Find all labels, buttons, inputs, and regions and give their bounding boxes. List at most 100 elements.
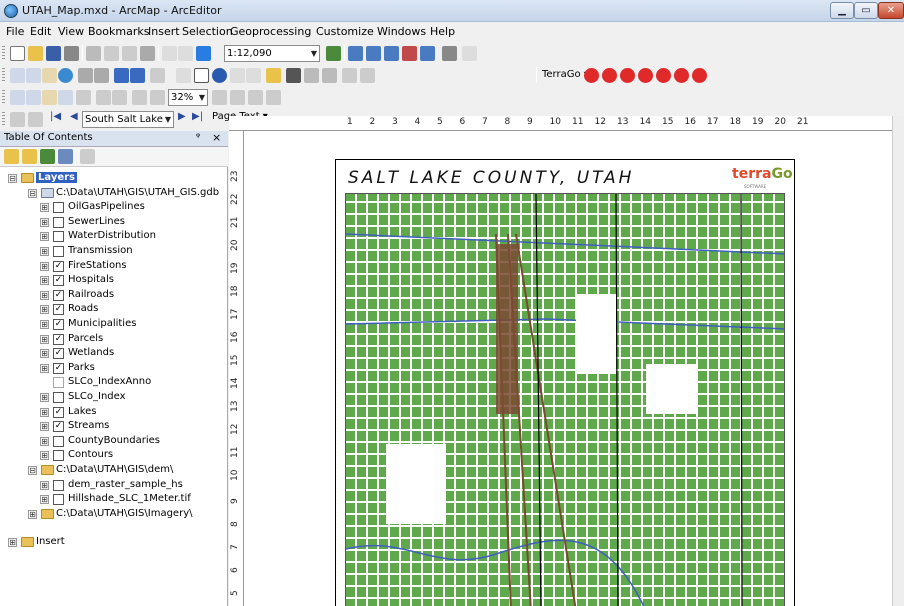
layer-visibility-checkbox[interactable]: ✓ — [53, 319, 64, 330]
toc-row[interactable]: ⊞ SewerLines — [40, 215, 226, 230]
expand-toggle[interactable]: ⊞ — [40, 290, 49, 300]
expand-toggle[interactable]: ⊞ — [40, 232, 49, 242]
toggle-draft-mode-icon[interactable] — [212, 90, 227, 105]
terrago-export-icon[interactable] — [584, 68, 599, 83]
layout-zoom-out-icon[interactable] — [26, 90, 41, 105]
new-document-icon[interactable] — [10, 46, 25, 61]
go-to-xy-icon[interactable] — [322, 68, 337, 83]
last-page-icon[interactable]: ▶| — [192, 111, 203, 122]
cut-icon[interactable] — [86, 46, 101, 61]
menu-windows[interactable]: Windows — [377, 25, 426, 38]
terrago-settings-icon[interactable] — [656, 68, 671, 83]
toc-close-icon[interactable]: × — [212, 131, 221, 144]
toolbar-grip[interactable] — [2, 68, 5, 82]
expand-toggle[interactable]: ⊞ — [28, 509, 37, 519]
toc-row[interactable]: ⊞ OilGasPipelines — [40, 200, 226, 215]
terrago-layers-icon[interactable] — [620, 68, 635, 83]
minimize-button[interactable]: ▁ — [830, 2, 854, 19]
open-folder-icon[interactable] — [28, 46, 43, 61]
layer-visibility-checkbox[interactable] — [53, 435, 64, 447]
list-by-visibility-icon[interactable] — [40, 149, 55, 164]
toc-row[interactable]: ⊞ ✓ Parcels — [40, 332, 226, 347]
focus-data-frame-icon[interactable] — [230, 90, 245, 105]
time-slider-icon[interactable] — [342, 68, 357, 83]
select-elements-icon[interactable] — [194, 68, 209, 83]
undo-icon[interactable] — [162, 46, 177, 61]
fixed-zoom-in-layout-icon[interactable] — [96, 90, 111, 105]
layer-visibility-checkbox[interactable] — [53, 494, 64, 506]
expand-toggle[interactable]: ⊟ — [28, 188, 37, 198]
list-by-drawing-order-icon[interactable] — [4, 149, 19, 164]
layer-visibility-checkbox[interactable]: ✓ — [53, 260, 64, 272]
expand-toggle[interactable]: ⊞ — [40, 436, 49, 446]
toc-row[interactable]: ⊞ ✓ Streams — [40, 419, 226, 434]
expand-toggle[interactable]: ⊞ — [40, 480, 49, 490]
expand-toggle[interactable]: ⊞ — [40, 217, 49, 227]
copy-icon[interactable] — [104, 46, 119, 61]
clear-selection-icon[interactable] — [176, 68, 191, 83]
menu-selection[interactable]: Selection — [182, 25, 233, 38]
zoom-100-icon[interactable] — [76, 90, 91, 105]
layout-page[interactable]: SALT LAKE COUNTY, UTAH terraGo SOFTWARE — [335, 159, 795, 606]
hyperlink-icon[interactable] — [230, 68, 245, 83]
paste-icon[interactable] — [122, 46, 137, 61]
layer-visibility-checkbox[interactable]: ✓ — [53, 362, 64, 374]
zoom-out-icon[interactable] — [26, 68, 41, 83]
page-select[interactable]: South Salt Lake ▼ — [82, 111, 174, 128]
layout-zoom-select[interactable]: 32% ▼ — [168, 89, 208, 106]
toc-row[interactable]: ⊞ dem_raster_sample_hs — [40, 478, 226, 493]
expand-toggle[interactable]: ⊞ — [40, 276, 49, 286]
toc-row[interactable]: ⊞ Insert — [8, 535, 226, 550]
expand-toggle[interactable]: ⊞ — [40, 334, 49, 344]
python-window-icon[interactable] — [420, 46, 435, 61]
terrago-import-icon[interactable] — [602, 68, 617, 83]
toc-row[interactable]: ⊞ ✓ FireStations — [40, 259, 226, 274]
find-icon[interactable] — [286, 68, 301, 83]
expand-toggle[interactable]: ⊞ — [8, 538, 17, 548]
menu-view[interactable]: View — [58, 25, 84, 38]
layout-pan-icon[interactable] — [42, 90, 57, 105]
map-title[interactable]: SALT LAKE COUNTY, UTAH — [348, 168, 634, 188]
layer-visibility-checkbox[interactable] — [53, 202, 64, 214]
expand-toggle[interactable]: ⊞ — [40, 363, 49, 373]
toc-row[interactable]: ⊞ Transmission — [40, 244, 226, 259]
print-icon[interactable] — [64, 46, 79, 61]
pan-icon[interactable] — [42, 68, 57, 83]
zoom-whole-page-icon[interactable] — [58, 90, 73, 105]
layer-visibility-checkbox[interactable]: ✓ — [53, 304, 64, 316]
go-back-extent-icon[interactable] — [132, 90, 147, 105]
toc-row[interactable]: ⊞ WaterDistribution — [40, 229, 226, 244]
save-icon[interactable] — [46, 46, 61, 61]
delete-icon[interactable] — [140, 46, 155, 61]
toc-row[interactable]: ⊞ Hillshade_SLC_1Meter.tif — [40, 492, 226, 507]
toolbar-grip[interactable] — [2, 112, 5, 126]
toc-row[interactable]: ⊞ CountyBoundaries — [40, 434, 226, 449]
pin-icon[interactable]: ᵠ — [196, 132, 200, 143]
fixed-zoom-out-icon[interactable] — [94, 68, 109, 83]
menu-bookmarks[interactable]: Bookmarks — [88, 25, 149, 38]
ddp-refresh-icon[interactable] — [28, 112, 43, 127]
layer-visibility-checkbox[interactable]: ✓ — [53, 275, 64, 287]
search-window-icon[interactable] — [384, 46, 399, 61]
expand-toggle[interactable]: ⊟ — [8, 174, 17, 183]
expand-toggle[interactable]: ⊟ — [28, 466, 37, 475]
map-data-frame[interactable] — [345, 193, 785, 606]
zoom-in-icon[interactable] — [10, 68, 25, 83]
maximize-button[interactable]: ▭ — [854, 2, 878, 19]
toc-row[interactable]: ⊞ ✓ Lakes — [40, 405, 226, 420]
vertical-scrollbar[interactable] — [892, 116, 904, 606]
terrago-menu[interactable]: TerraGo ▾ — [542, 69, 589, 80]
layout-zoom-in-icon[interactable] — [10, 90, 25, 105]
toc-row[interactable]: SLCo_IndexAnno — [40, 375, 226, 390]
fixed-zoom-in-icon[interactable] — [78, 68, 93, 83]
fixed-zoom-out-layout-icon[interactable] — [112, 90, 127, 105]
toc-window-icon[interactable] — [348, 46, 363, 61]
layer-visibility-checkbox[interactable]: ✓ — [53, 406, 64, 418]
measure-icon[interactable] — [266, 68, 281, 83]
full-extent-icon[interactable] — [58, 68, 73, 83]
model-builder-icon[interactable] — [442, 46, 457, 61]
back-icon[interactable] — [114, 68, 129, 83]
viewer-icon[interactable] — [360, 68, 375, 83]
layer-visibility-checkbox[interactable]: ✓ — [53, 421, 64, 433]
toc-row[interactable]: ⊞ SLCo_Index — [40, 390, 226, 405]
